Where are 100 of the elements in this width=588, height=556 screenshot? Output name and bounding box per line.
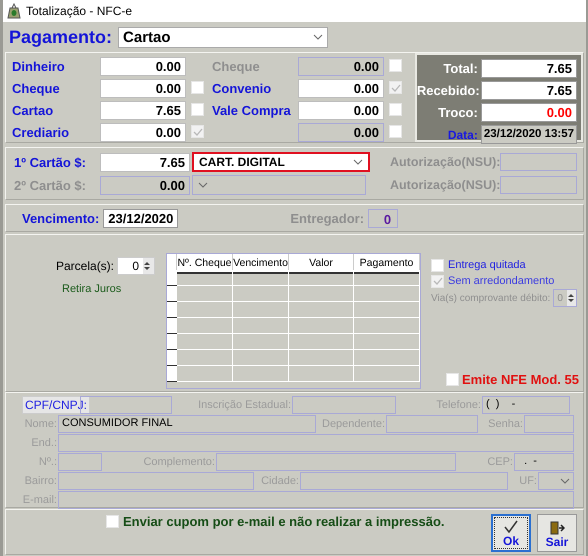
column-header[interactable]: Vencimento (233, 254, 289, 274)
courier-label: Entregador: (290, 210, 364, 226)
customer-field[interactable] (58, 472, 254, 490)
table-cell[interactable] (177, 270, 233, 286)
table-cell[interactable] (289, 302, 354, 318)
installments-label: Parcela(s): (56, 259, 114, 273)
table-cell[interactable] (233, 286, 289, 302)
customer-field[interactable]: CONSUMIDOR FINAL (58, 415, 316, 433)
row-header[interactable] (167, 350, 177, 366)
email-option-label[interactable]: Enviar cupom por e-mail e não realizar a impressão. (123, 514, 445, 529)
customer-field[interactable] (216, 453, 456, 471)
checkbox[interactable] (191, 125, 204, 138)
row-header[interactable] (167, 366, 177, 382)
table-cell[interactable] (289, 334, 354, 350)
customer-field[interactable] (292, 396, 396, 414)
authorization-label: Autorização(NSU): (390, 178, 500, 192)
customer-field[interactable] (300, 472, 508, 490)
amount-field[interactable]: 0.00 (298, 79, 384, 98)
exit-button[interactable]: Sair (537, 514, 577, 552)
due-date-field[interactable]: 23/12/2020 (103, 208, 178, 228)
amount-field[interactable]: 7.65 (100, 101, 186, 120)
spin-arrows-icon (566, 292, 575, 304)
column-header[interactable]: Nº. Cheque (177, 254, 233, 274)
due-date-label: Vencimento: (22, 210, 100, 226)
card-label: 1º Cartão $: (14, 154, 87, 170)
checkbox[interactable] (446, 373, 459, 386)
installments-spinner[interactable]: 0 (117, 257, 156, 275)
table-cell[interactable] (289, 270, 354, 286)
payment-dropdown[interactable]: Cartao (118, 26, 328, 48)
cpf-cnpj-button[interactable]: CPF/CNPJ: (22, 396, 90, 414)
checkbox[interactable] (191, 102, 204, 116)
authorization-field[interactable] (500, 153, 577, 171)
table-cell[interactable] (233, 270, 289, 286)
total-label: Troco: (437, 105, 479, 120)
card-amount-field[interactable]: 7.65 (100, 152, 190, 172)
date-label: Data: (446, 128, 479, 142)
row-header[interactable] (167, 302, 177, 318)
option-label[interactable]: Entrega quitada (448, 259, 526, 271)
table-cell[interactable] (177, 334, 233, 350)
checkbox[interactable] (191, 80, 204, 94)
table-cell[interactable] (354, 366, 420, 382)
table-cell[interactable] (354, 286, 420, 302)
amount-field[interactable]: 0.00 (100, 57, 186, 76)
table-cell[interactable] (289, 350, 354, 366)
date-field: 23/12/2020 13:57 (480, 125, 577, 144)
card-brand-dropdown[interactable]: CART. DIGITAL (192, 152, 370, 172)
table-cell[interactable] (177, 318, 233, 334)
debit-copies-label: Via(s) comprovante débito: (431, 292, 550, 304)
table-cell[interactable] (289, 366, 354, 382)
amount-label: Dinheiro (12, 59, 66, 74)
customer-field[interactable] (386, 415, 478, 433)
table-cell[interactable] (354, 318, 420, 334)
table-cell[interactable] (233, 350, 289, 366)
table-cell[interactable] (354, 350, 420, 366)
remove-interest-link[interactable]: Retira Juros (62, 283, 166, 295)
column-header[interactable]: Pagamento (354, 254, 420, 274)
table-cell[interactable] (233, 334, 289, 350)
row-header[interactable] (167, 318, 177, 334)
total-field: 0.00 (480, 103, 577, 122)
amount-field[interactable]: 0.00 (100, 123, 186, 142)
table-cell[interactable] (354, 302, 420, 318)
table-cell[interactable] (289, 318, 354, 334)
table-cell[interactable] (233, 302, 289, 318)
amount-label: Cartao (12, 103, 54, 118)
table-cell[interactable] (177, 366, 233, 382)
state-dropdown[interactable] (538, 472, 574, 490)
checkbox[interactable] (389, 81, 402, 94)
table-cell[interactable] (177, 350, 233, 366)
checkbox[interactable] (389, 102, 402, 116)
customer-field[interactable]: ( ) - (482, 396, 570, 414)
spin-arrows-icon (143, 260, 152, 272)
customer-field[interactable] (58, 453, 102, 471)
table-cell[interactable] (177, 286, 233, 302)
table-cell[interactable] (354, 334, 420, 350)
ok-button[interactable]: Ok (491, 514, 531, 552)
courier-field[interactable]: 0 (368, 208, 398, 228)
customer-field[interactable] (58, 434, 574, 452)
checkbox[interactable] (431, 258, 444, 272)
door-exit-icon (549, 521, 565, 535)
column-header[interactable]: Valor (289, 254, 354, 274)
table-cell[interactable] (354, 270, 420, 286)
total-label: Total: (442, 61, 479, 76)
row-header[interactable] (167, 270, 177, 286)
amount-field[interactable]: 0.00 (298, 101, 384, 120)
customer-field[interactable] (524, 415, 574, 433)
row-header[interactable] (167, 334, 177, 350)
row-header[interactable] (167, 286, 177, 302)
authorization-field[interactable] (500, 176, 577, 194)
amount-label: Convenio (212, 81, 272, 96)
table-cell[interactable] (177, 302, 233, 318)
table-cell[interactable] (289, 286, 354, 302)
table-cell[interactable] (233, 318, 289, 334)
amount-label: Cheque (12, 81, 61, 96)
total-field: 7.65 (480, 59, 577, 78)
customer-field[interactable]: . - (514, 453, 574, 471)
table-cell[interactable] (233, 366, 289, 382)
checkbox[interactable] (106, 515, 119, 528)
customer-field[interactable] (58, 491, 574, 509)
app-icon (7, 3, 21, 19)
amount-field[interactable]: 0.00 (100, 79, 186, 98)
